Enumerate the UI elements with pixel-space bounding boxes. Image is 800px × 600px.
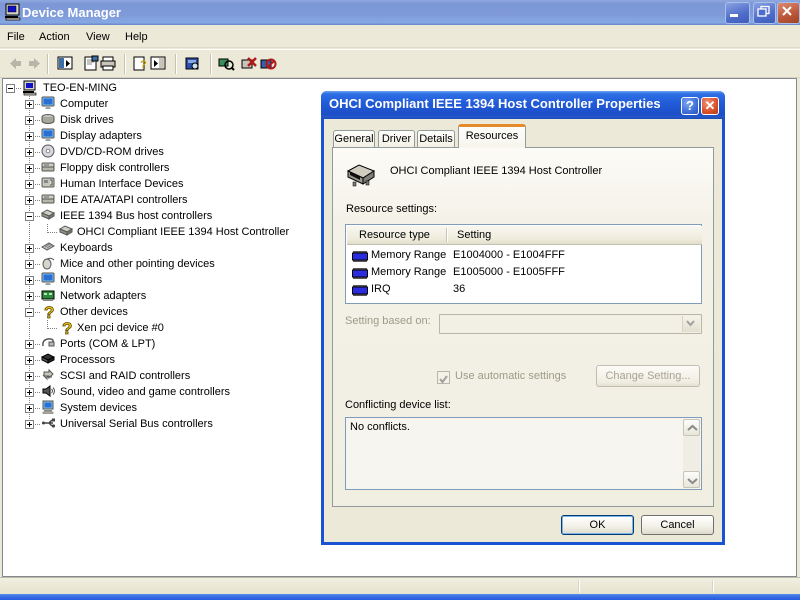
- svg-text:?: ?: [140, 59, 147, 71]
